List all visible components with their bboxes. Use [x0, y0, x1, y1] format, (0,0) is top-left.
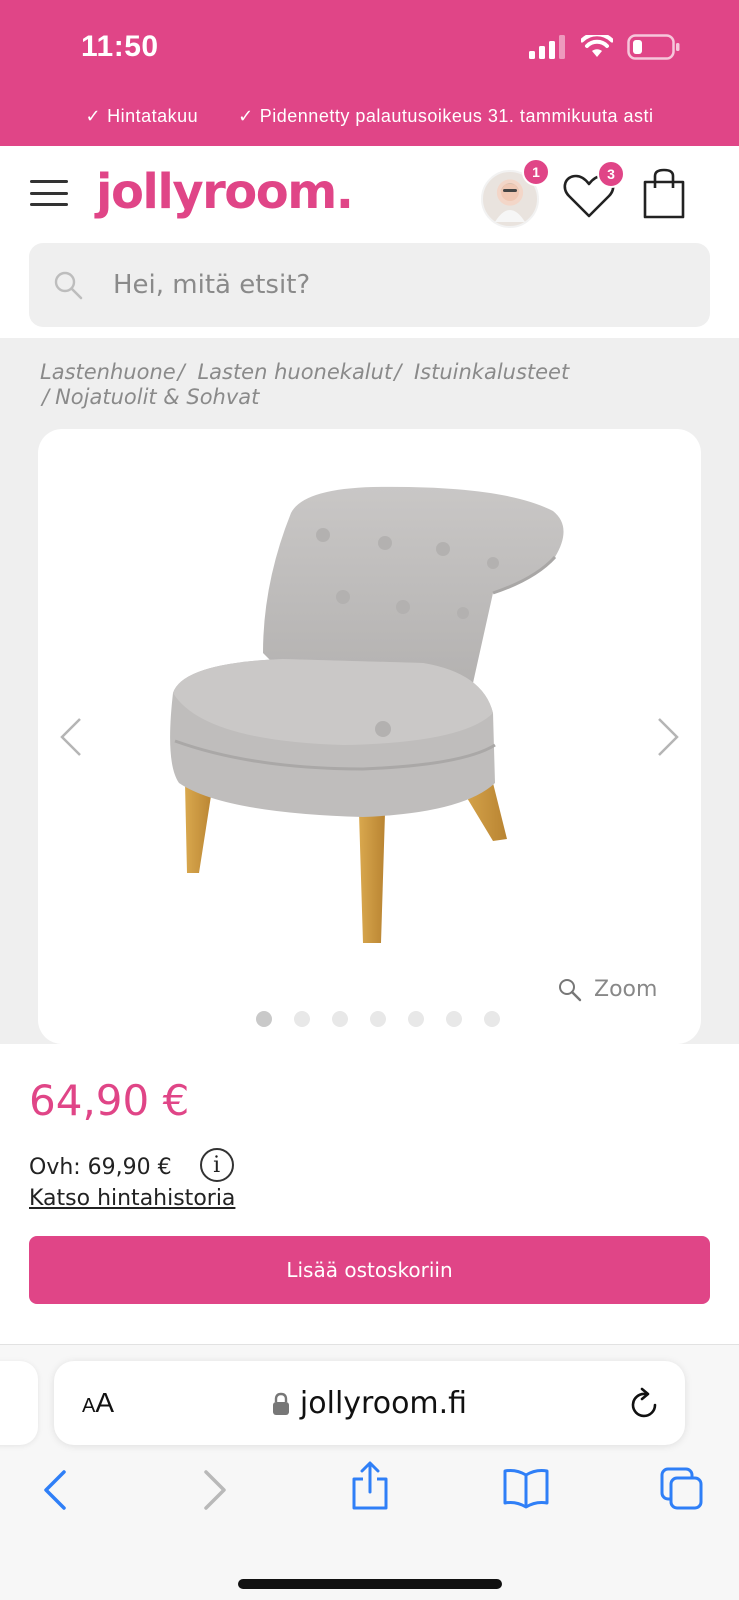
- previous-tab-card[interactable]: [0, 1361, 38, 1445]
- address-bar[interactable]: AA jollyroom.fi: [54, 1361, 685, 1445]
- carousel-dots: [256, 1011, 500, 1027]
- share-icon[interactable]: [350, 1461, 390, 1511]
- breadcrumb: Lastenhuone/ Lasten huonekalut/ Istuinka…: [40, 360, 570, 409]
- promo-item: ✓ Pidennetty palautusoikeus 31. tammikuut…: [238, 106, 654, 126]
- original-price: Ovh: 69,90 €: [29, 1154, 172, 1180]
- product-gallery[interactable]: Zoom: [38, 429, 701, 1044]
- carousel-dot[interactable]: [370, 1011, 386, 1027]
- zoom-label: Zoom: [594, 977, 658, 1002]
- battery-icon: [627, 34, 680, 60]
- chevron-right-icon[interactable]: [653, 715, 683, 759]
- menu-icon[interactable]: [30, 180, 68, 206]
- carousel-dot[interactable]: [446, 1011, 462, 1027]
- magnifier-icon: [559, 978, 582, 1001]
- profile-badge: 1: [522, 158, 550, 186]
- status-time: 11:50: [81, 30, 159, 63]
- original-price-row: Ovh: 69,90 € i: [29, 1148, 234, 1182]
- browser-chrome: AA jollyroom.fi: [0, 1344, 739, 1600]
- wishlist-badge: 3: [597, 160, 625, 188]
- breadcrumb-istuinkalusteet[interactable]: Istuinkalusteet: [414, 360, 569, 384]
- chevron-left-icon[interactable]: [56, 715, 86, 759]
- search-icon: [54, 271, 83, 300]
- url-text: jollyroom.fi: [299, 1385, 468, 1421]
- promo-item: ✓ Hintatakuu: [85, 106, 199, 126]
- bookmarks-icon[interactable]: [502, 1467, 550, 1509]
- search-input[interactable]: [113, 270, 673, 300]
- carousel-dot[interactable]: [256, 1011, 272, 1027]
- back-icon[interactable]: [42, 1469, 68, 1511]
- shopping-bag-icon[interactable]: [642, 168, 686, 220]
- wifi-icon: [581, 35, 613, 57]
- info-icon[interactable]: i: [199, 1148, 234, 1182]
- carousel-dot[interactable]: [332, 1011, 348, 1027]
- carousel-dot[interactable]: [294, 1011, 310, 1027]
- chair-image[interactable]: [163, 483, 583, 963]
- tabs-icon[interactable]: [660, 1467, 704, 1511]
- browser-toolbar: [0, 1461, 739, 1527]
- promo-strip: ✓ Hintatakuu ✓ Pidennetty palautusoikeus 3…: [0, 106, 739, 127]
- breadcrumb-nojatuolit-sohvat[interactable]: Nojatuolit & Sohvat: [55, 385, 259, 409]
- product-price: 64,90 €: [29, 1076, 190, 1125]
- carousel-dot[interactable]: [484, 1011, 500, 1027]
- lock-icon: [272, 1392, 289, 1415]
- forward-icon[interactable]: [202, 1469, 228, 1511]
- top-bar: 11:50 ✓ Hintatakuu ✓ Pidennetty palautusoi…: [0, 0, 739, 146]
- site-header: jollyroom. 1 3: [0, 146, 739, 240]
- check-icon: ✓: [238, 106, 254, 126]
- breadcrumb-lastenhuone[interactable]: Lastenhuone: [40, 360, 176, 384]
- signal-icon: [529, 35, 565, 59]
- status-icons: [529, 34, 681, 60]
- add-to-cart-button[interactable]: Lisää ostoskoriin: [29, 1236, 710, 1304]
- reload-icon[interactable]: [629, 1387, 661, 1421]
- search-bar[interactable]: [29, 243, 710, 327]
- breadcrumb-lasten-huonekalut[interactable]: Lasten huonekalut: [197, 360, 392, 384]
- carousel-dot[interactable]: [408, 1011, 424, 1027]
- check-icon: ✓: [85, 106, 102, 126]
- zoom-button[interactable]: Zoom: [558, 977, 657, 1002]
- site-logo[interactable]: jollyroom.: [96, 164, 354, 220]
- price-history-link[interactable]: Katso hintahistoria: [29, 1186, 235, 1211]
- url-display[interactable]: jollyroom.fi: [54, 1386, 685, 1421]
- home-indicator: [238, 1579, 502, 1589]
